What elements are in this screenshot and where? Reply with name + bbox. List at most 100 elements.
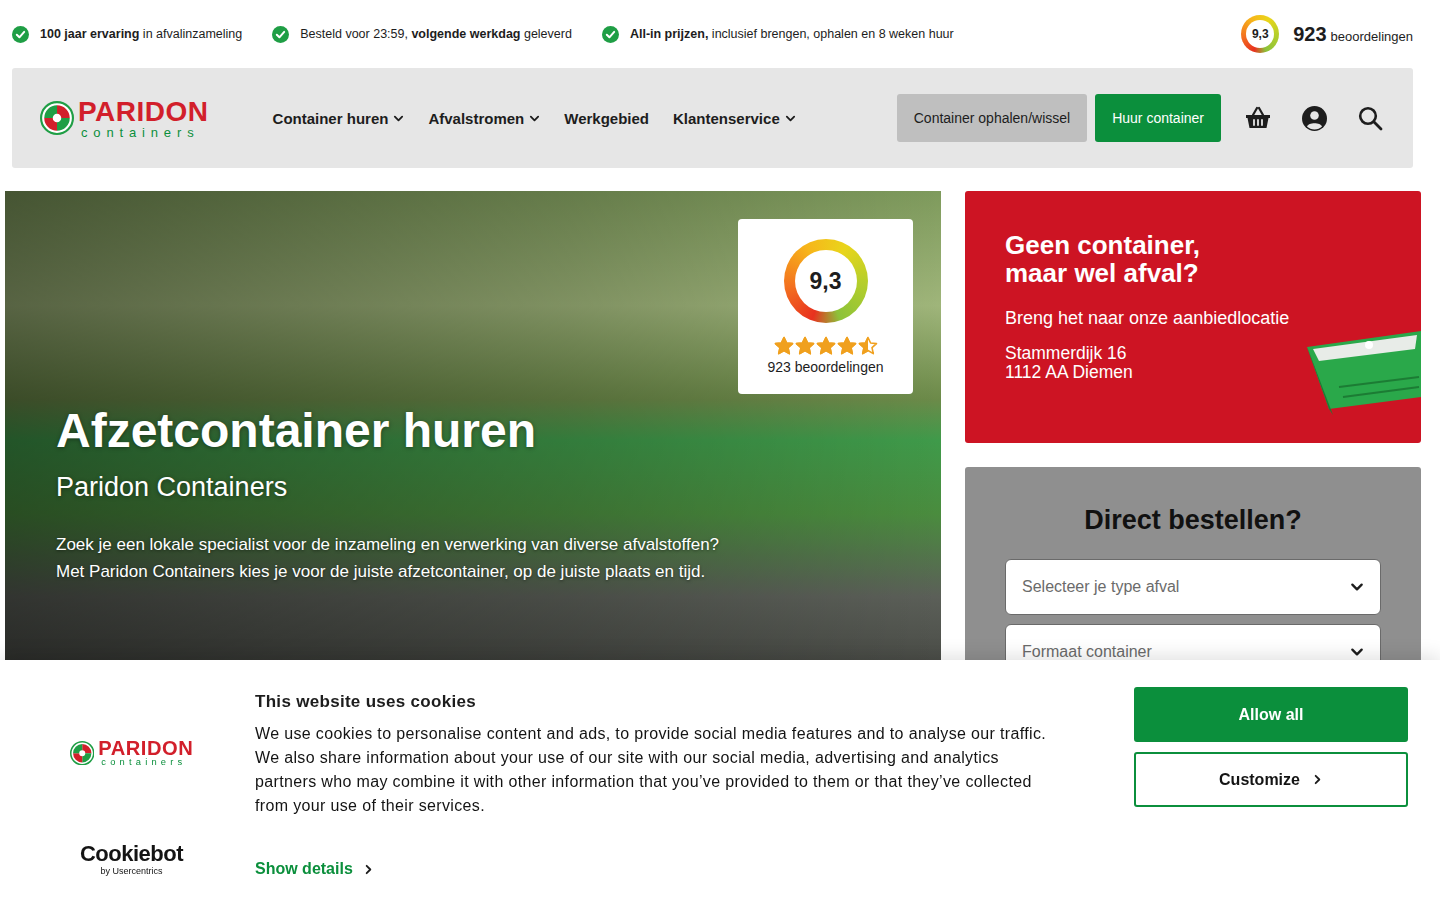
cookiebot-logo[interactable]: Cookiebot by Usercentrics xyxy=(80,843,183,876)
logo-mark-icon xyxy=(40,101,74,135)
cookie-banner-logos: PARIDONcontainers Cookiebot by Usercentric… xyxy=(0,660,255,900)
usp-item: Besteld voor 23:59, volgende werkdag gel… xyxy=(272,26,572,43)
order-title: Direct bestellen? xyxy=(1005,505,1381,536)
hero-subtitle: Paridon Containers xyxy=(56,472,901,503)
rating-count-label: beoordelingen xyxy=(1331,29,1413,44)
customize-button[interactable]: Customize xyxy=(1134,752,1408,807)
logo-name: PARIDON xyxy=(98,738,193,758)
chevron-down-icon xyxy=(1350,645,1364,659)
drop-off-text: Breng het naar onze aanbiedlocatie xyxy=(1005,308,1381,329)
check-circle-icon xyxy=(272,26,289,43)
usp-item: 100 jaar ervaring in afvalinzameling xyxy=(12,26,242,43)
paridon-logo[interactable]: PARIDONcontainers xyxy=(70,738,193,768)
hero-rating-card[interactable]: 9,3 923 beoordelingen xyxy=(738,219,913,394)
usp-text: 100 jaar ervaring in afvalinzameling xyxy=(40,27,242,41)
rating-stars xyxy=(774,336,878,356)
nav-buttons: Container ophalen/wisselHuur container xyxy=(897,94,1221,142)
show-details-button[interactable]: Show details xyxy=(255,860,374,878)
pickup-button[interactable]: Container ophalen/wissel xyxy=(897,94,1087,142)
drop-off-heading-line: maar wel afval? xyxy=(1005,259,1381,287)
logo-tagline: containers xyxy=(101,758,193,767)
nav-item[interactable]: Container huren xyxy=(273,110,405,127)
select-placeholder: Selecteer je type afval xyxy=(1022,578,1179,596)
star-icon xyxy=(774,336,794,356)
rating-ring-icon: 9,3 xyxy=(784,239,868,323)
drop-off-heading: Geen container,maar wel afval? xyxy=(1005,231,1381,287)
user-icon xyxy=(1302,106,1327,131)
chevron-right-icon xyxy=(363,864,374,875)
nav-icons xyxy=(1245,105,1383,131)
nav-item-label: Afvalstromen xyxy=(428,110,524,127)
chevron-down-icon xyxy=(393,113,404,124)
cookiebot-name: Cookiebot xyxy=(80,843,183,865)
paridon-logo[interactable]: PARIDONcontainers xyxy=(40,98,209,139)
top-rating[interactable]: 9,3 923 beoordelingen xyxy=(1241,15,1413,53)
search-icon xyxy=(1358,106,1383,131)
star-icon xyxy=(858,336,878,356)
cookiebot-by: by Usercentrics xyxy=(100,867,162,876)
cookie-text: We use cookies to personalise content an… xyxy=(255,722,1060,818)
usp-bar: 100 jaar ervaring in afvalinzameling Best… xyxy=(0,0,1440,68)
account-button[interactable] xyxy=(1301,105,1327,131)
nav-item[interactable]: Klantenservice xyxy=(673,110,796,127)
star-icon xyxy=(795,336,815,356)
page: 100 jaar ervaring in afvalinzameling Best… xyxy=(0,0,1440,900)
rating-count: 923 beoordelingen xyxy=(1293,23,1413,46)
logo-mark-icon xyxy=(70,741,94,765)
chevron-down-icon xyxy=(1350,580,1364,594)
chevron-down-icon xyxy=(785,113,796,124)
logo-texts: PARIDONcontainers xyxy=(78,98,209,139)
basket-icon xyxy=(1245,106,1271,130)
check-circle-icon xyxy=(12,26,29,43)
usp-text-part: in afvalinzameling xyxy=(139,27,242,41)
rent-button[interactable]: Huur container xyxy=(1095,94,1221,142)
nav-item-label: Werkgebied xyxy=(564,110,649,127)
search-button[interactable] xyxy=(1357,105,1383,131)
nav-item-label: Container huren xyxy=(273,110,389,127)
logo-texts: PARIDONcontainers xyxy=(98,738,193,768)
cookie-actions: Allow all Customize xyxy=(1124,660,1440,900)
cookie-banner: PARIDONcontainers Cookiebot by Usercentric… xyxy=(0,660,1440,900)
star-icon xyxy=(837,336,857,356)
cart-button[interactable] xyxy=(1245,105,1271,131)
nav-item[interactable]: Werkgebied xyxy=(564,110,649,127)
nav-items: Container huren Afvalstromen Werkgebied Kla… xyxy=(273,110,796,127)
allow-all-button[interactable]: Allow all xyxy=(1134,687,1408,742)
rating-score: 9,3 xyxy=(1246,20,1274,48)
usp-text-part: All-in prijzen, xyxy=(630,27,708,41)
usp-text-part: geleverd xyxy=(520,27,571,41)
usp-text-part: Besteld voor 23:59, xyxy=(300,27,411,41)
cookie-banner-body: This website uses cookies We use cookies … xyxy=(255,660,1124,900)
cookie-title: This website uses cookies xyxy=(255,692,1124,712)
customize-label: Customize xyxy=(1219,771,1300,789)
rating-count-number: 923 xyxy=(1293,23,1326,45)
usp-item: All-in prijzen, inclusief brengen, ophal… xyxy=(602,26,954,43)
usp-text: All-in prijzen, inclusief brengen, ophal… xyxy=(630,27,954,41)
usp-text-part: 100 jaar ervaring xyxy=(40,27,139,41)
star-icon xyxy=(816,336,836,356)
usp-text-part: inclusief brengen, ophalen en 8 weken hu… xyxy=(708,27,953,41)
main-nav: PARIDONcontainers Container huren Afvalstr… xyxy=(12,68,1413,168)
hero-paragraph: Met Paridon Containers kies je voor de j… xyxy=(56,558,736,585)
usp-text: Besteld voor 23:59, volgende werkdag gel… xyxy=(300,27,572,41)
drop-off-card[interactable]: Geen container,maar wel afval? Breng het … xyxy=(965,191,1421,443)
hero: 9,3 923 beoordelingen Afzetcontainer huren… xyxy=(5,191,941,711)
chevron-right-icon xyxy=(1312,774,1323,785)
drop-off-heading-line: Geen container, xyxy=(1005,231,1381,259)
chevron-down-icon xyxy=(529,113,540,124)
nav-item[interactable]: Afvalstromen xyxy=(428,110,540,127)
hero-rating-score: 9,3 xyxy=(795,250,857,312)
check-circle-icon xyxy=(602,26,619,43)
show-details-label: Show details xyxy=(255,860,353,878)
logo-tagline: containers xyxy=(81,126,209,139)
nav-item-label: Klantenservice xyxy=(673,110,780,127)
select-placeholder: Formaat container xyxy=(1022,643,1152,661)
order-select[interactable]: Selecteer je type afval xyxy=(1005,559,1381,615)
hero-rating-count: 923 beoordelingen xyxy=(768,359,884,375)
hero-title: Afzetcontainer huren xyxy=(56,403,901,458)
hero-paragraph: Zoek je een lokale specialist voor de in… xyxy=(56,531,736,558)
hero-text: Zoek je een lokale specialist voor de in… xyxy=(56,531,736,585)
usp-text-part: volgende werkdag xyxy=(411,27,520,41)
rating-ring-icon: 9,3 xyxy=(1241,15,1279,53)
container-picture-icon xyxy=(1299,327,1421,417)
